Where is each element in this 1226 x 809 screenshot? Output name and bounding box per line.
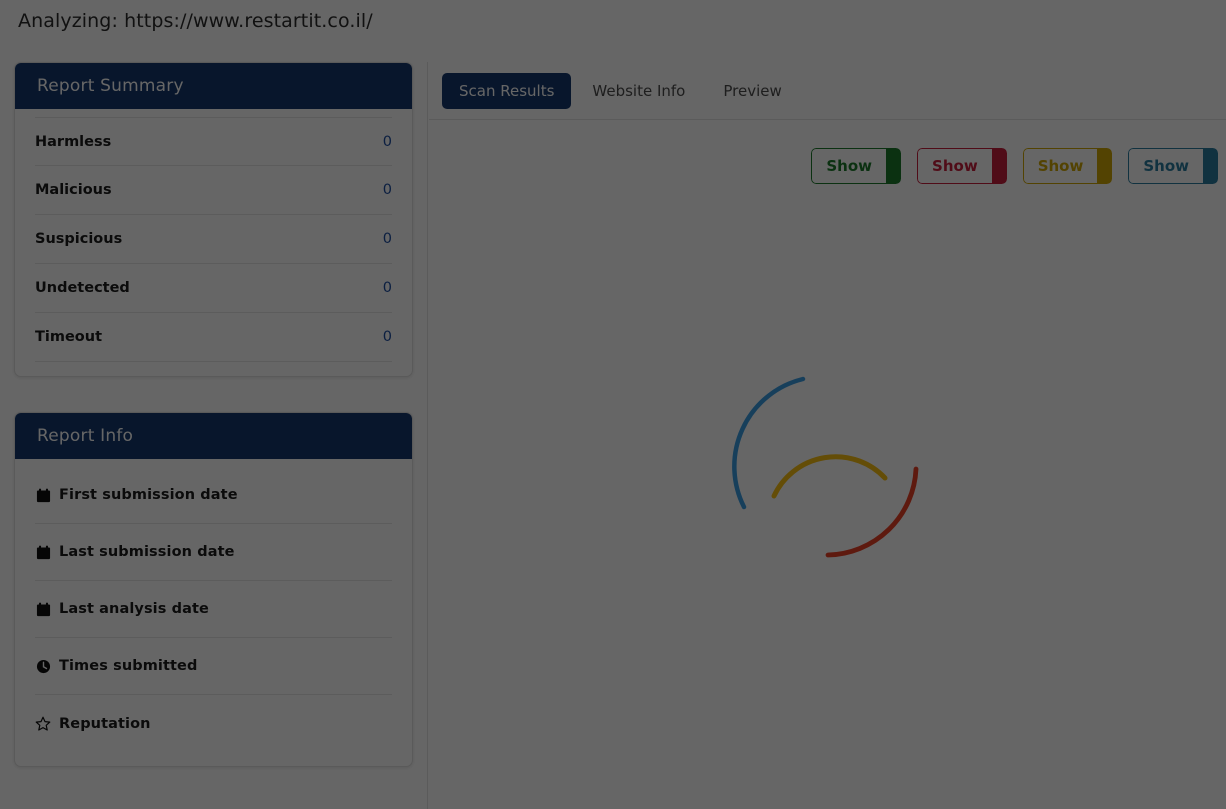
info-label: First submission date bbox=[59, 487, 238, 503]
info-row-first-submission-date: First submission date bbox=[35, 467, 392, 524]
info-label: Times submitted bbox=[59, 658, 198, 674]
clock-icon bbox=[35, 658, 51, 674]
tab-preview[interactable]: Preview bbox=[706, 73, 798, 109]
summary-row-timeout: Timeout 0 bbox=[35, 313, 392, 362]
info-row-times-submitted: Times submitted bbox=[35, 638, 392, 695]
info-row-last-analysis-date: Last analysis date bbox=[35, 581, 392, 638]
summary-value: 0 bbox=[382, 329, 392, 345]
calendar-icon bbox=[35, 544, 51, 560]
spinner-arc-red bbox=[825, 466, 918, 557]
info-label: Last submission date bbox=[59, 544, 235, 560]
summary-value: 0 bbox=[382, 182, 392, 198]
calendar-icon bbox=[35, 601, 51, 617]
summary-value: 0 bbox=[382, 280, 392, 296]
star-icon bbox=[35, 716, 51, 732]
summary-row-harmless: Harmless 0 bbox=[35, 117, 392, 166]
info-label: Last analysis date bbox=[59, 601, 209, 617]
report-summary-body: Harmless 0 Malicious 0 Suspicious 0 Unde… bbox=[15, 109, 412, 376]
summary-row-malicious: Malicious 0 bbox=[35, 166, 392, 215]
tab-website-info[interactable]: Website Info bbox=[575, 73, 702, 109]
summary-label: Timeout bbox=[35, 329, 103, 345]
tab-scan-results[interactable]: Scan Results bbox=[442, 72, 572, 109]
report-info-card: Report Info First submission date Last s… bbox=[14, 412, 413, 767]
sidebar: Report Summary Harmless 0 Malicious 0 Su… bbox=[0, 62, 428, 809]
loading-spinner-container bbox=[429, 120, 1226, 809]
analyzing-status-text: Analyzing: https://www.restartit.co.il/ bbox=[18, 10, 373, 32]
summary-value: 0 bbox=[382, 231, 392, 247]
info-label: Reputation bbox=[59, 715, 151, 732]
summary-label: Suspicious bbox=[35, 231, 123, 247]
loading-spinner bbox=[728, 365, 928, 565]
summary-label: Harmless bbox=[35, 133, 112, 150]
info-row-last-submission-date: Last submission date bbox=[35, 524, 392, 581]
tab-bar: Scan Results Website Info Preview bbox=[429, 62, 1226, 120]
analyzing-bar: Analyzing: https://www.restartit.co.il/ bbox=[0, 0, 1226, 62]
summary-label: Malicious bbox=[35, 182, 112, 198]
scan-results-pane: Show Show Show Show bbox=[429, 120, 1226, 809]
summary-row-undetected: Undetected 0 bbox=[35, 264, 392, 313]
spinner-arcs bbox=[731, 376, 918, 557]
report-info-body: First submission date Last submission da… bbox=[15, 459, 412, 766]
page-root: Analyzing: https://www.restartit.co.il/ … bbox=[0, 0, 1226, 809]
spinner-arc-blue bbox=[731, 376, 805, 509]
spinner-arc-yellow bbox=[771, 453, 887, 498]
main-content: Scan Results Website Info Preview Show S… bbox=[429, 62, 1226, 809]
info-row-reputation: Reputation bbox=[35, 695, 392, 752]
summary-row-suspicious: Suspicious 0 bbox=[35, 215, 392, 264]
calendar-icon bbox=[35, 487, 51, 503]
report-summary-card: Report Summary Harmless 0 Malicious 0 Su… bbox=[14, 62, 413, 377]
report-info-title: Report Info bbox=[15, 413, 412, 459]
summary-value: 0 bbox=[382, 133, 392, 150]
summary-label: Undetected bbox=[35, 280, 130, 296]
report-summary-title: Report Summary bbox=[15, 63, 412, 109]
